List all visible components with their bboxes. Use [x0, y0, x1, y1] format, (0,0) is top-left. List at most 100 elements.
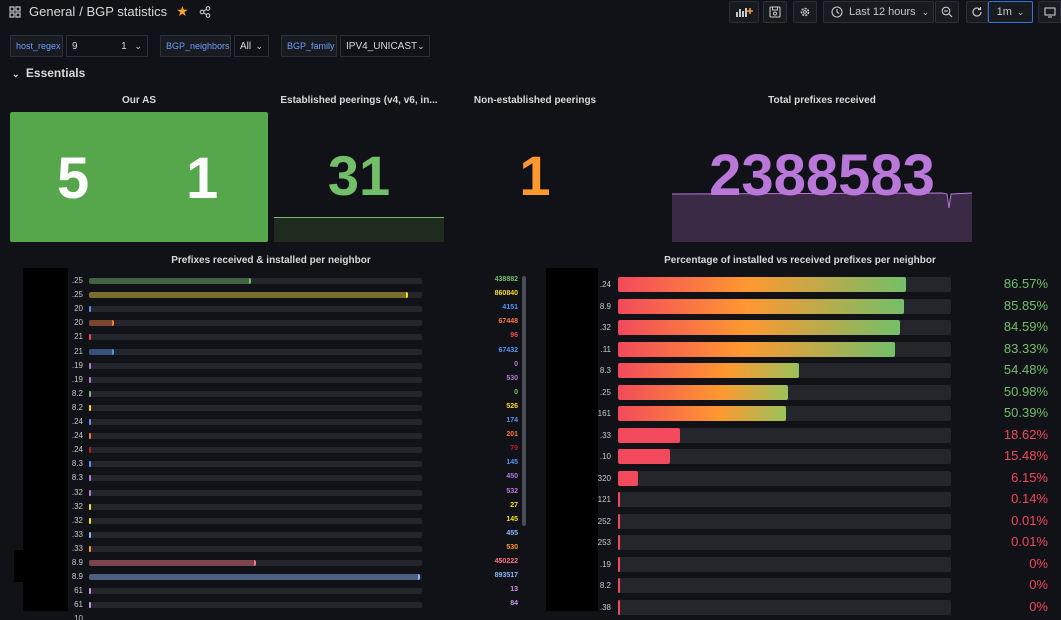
bar-track — [89, 545, 422, 552]
bar-fill — [89, 545, 91, 552]
our-as-value-tail: 1 — [186, 146, 219, 211]
bar-fill — [618, 363, 800, 378]
bar-fill — [89, 475, 91, 482]
panel-title-non-established: Non-established peerings — [473, 95, 597, 106]
tv-mode-button[interactable] — [1038, 1, 1061, 23]
percent-value-label: 50.39% — [1003, 405, 1048, 420]
percent-value-label: 15.48% — [1003, 448, 1048, 463]
bar-track — [89, 376, 422, 383]
bar-track — [89, 390, 422, 397]
bar-track — [89, 489, 422, 496]
bar-fill — [89, 348, 114, 355]
chevron-down-icon: ⌄ — [255, 40, 263, 51]
panel-title-received-installed: Prefixes received & installed per neighb… — [171, 255, 371, 266]
chevron-down-icon: ⌄ — [417, 40, 425, 51]
bar-fill — [89, 503, 91, 510]
bar-track — [618, 320, 951, 335]
bar-fill — [89, 602, 91, 609]
bar-value-label: 532 — [506, 487, 518, 495]
save-dashboard-button[interactable] — [763, 1, 787, 23]
variable-label-bgp-family: BGP_family — [281, 35, 337, 57]
bar-fill — [89, 419, 91, 425]
bar-value-label: 455 — [506, 529, 518, 537]
stat-our-as: 5 1 — [10, 112, 268, 242]
bar-fill — [89, 278, 252, 284]
bar-value-label: 145 — [506, 515, 518, 523]
percent-value-label: 83.33% — [1003, 340, 1048, 356]
bar-fill — [618, 535, 620, 550]
star-icon[interactable]: ★ — [176, 3, 189, 20]
zoom-out-icon — [941, 6, 953, 18]
share-icon[interactable] — [199, 5, 211, 18]
redacted-neighbor-names-3 — [546, 268, 598, 611]
bar-track — [89, 560, 422, 566]
bar-track — [89, 320, 422, 327]
bgp-family-select[interactable]: IPV4_UNICAST ⌄ — [340, 35, 430, 57]
percent-value-label: 50.98% — [1003, 383, 1048, 399]
neighbor-label: .10 — [71, 614, 83, 620]
panel-title-our-as: Our AS — [121, 95, 157, 106]
redacted-neighbor-names-2 — [14, 550, 68, 582]
bar-value-label: 450 — [506, 473, 518, 481]
bar-fill — [89, 447, 91, 454]
bar-value-label: 67448 — [498, 318, 518, 326]
bar-value-label: 96 — [510, 332, 518, 340]
percent-value-label: 0.14% — [1011, 491, 1048, 506]
time-range-picker[interactable]: Last 12 hours ⌄ — [823, 1, 934, 23]
bar-fill — [89, 320, 114, 327]
bar-value-label: 526 — [506, 402, 518, 410]
row-title: Essentials — [25, 66, 86, 80]
scrollbar[interactable] — [522, 276, 526, 526]
page-title[interactable]: / BGP statistics — [79, 4, 167, 19]
bar-track — [89, 292, 422, 299]
clock-icon — [831, 6, 843, 18]
host-regex-value: 9 — [72, 40, 78, 52]
bar-fill — [89, 376, 91, 383]
bar-fill — [89, 489, 91, 496]
add-panel-button[interactable] — [729, 1, 759, 23]
bar-track — [89, 588, 422, 595]
bar-value-label: 438882 — [494, 276, 518, 283]
row-essentials[interactable]: ⌄ Essentials — [12, 66, 85, 80]
bar-fill — [618, 556, 620, 572]
bar-fill — [618, 298, 904, 314]
our-as-redacted — [92, 150, 190, 205]
variable-label-bgp-neighbors: BGP_neighbors — [160, 35, 231, 57]
host-regex-select[interactable]: 9 1 ⌄ — [66, 35, 148, 57]
established-value: 31 — [327, 144, 391, 207]
bar-track — [618, 449, 951, 464]
refresh-interval-picker[interactable]: 1m ⌄ — [988, 1, 1033, 23]
bar-fill — [89, 306, 91, 313]
bar-track — [618, 470, 951, 486]
folder-link[interactable]: General — [29, 4, 75, 19]
bar-fill — [618, 578, 620, 593]
chevron-down-icon: ⌄ — [1016, 6, 1025, 17]
bar-value-label: 27 — [510, 501, 518, 509]
bar-track — [89, 419, 422, 425]
bar-fill — [89, 461, 91, 468]
bar-value-label: 79 — [510, 445, 518, 453]
refresh-button[interactable] — [966, 1, 988, 23]
percent-value-label: 84.59% — [1003, 319, 1048, 334]
breadcrumb: General / BGP statistics ★ — [9, 3, 211, 20]
bar-track — [89, 306, 422, 313]
bar-track — [618, 513, 951, 529]
bgp-neighbors-select[interactable]: All ⌄ — [234, 35, 269, 57]
percent-value-label: 0.01% — [1011, 512, 1048, 528]
bar-value-label: 530 — [506, 543, 518, 551]
dashboards-grid-icon — [9, 5, 21, 18]
total-prefixes-value: 2388583 — [709, 143, 935, 208]
monitor-icon — [1043, 7, 1056, 18]
gear-icon — [800, 7, 810, 17]
percent-value-label: 85.85% — [1003, 297, 1048, 313]
bar-track — [618, 535, 951, 550]
refresh-interval-label: 1m — [996, 6, 1012, 18]
bar-track — [618, 384, 951, 400]
add-panel-icon — [736, 8, 753, 17]
bar-value-label: 145 — [506, 459, 518, 467]
zoom-out-button[interactable] — [935, 1, 959, 23]
refresh-icon — [972, 7, 982, 17]
bar-track — [89, 362, 422, 369]
settings-button[interactable] — [793, 1, 817, 23]
our-as-value-head: 5 — [57, 146, 90, 211]
